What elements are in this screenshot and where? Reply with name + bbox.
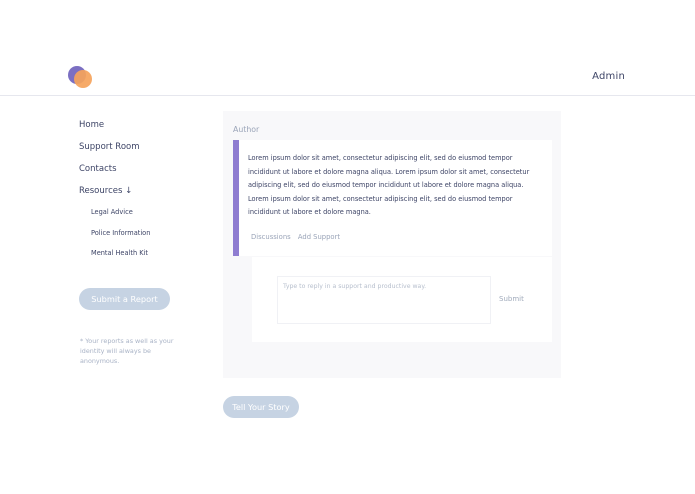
post-content: Lorem ipsum dolor sit amet, consectetur … (233, 140, 552, 256)
sidebar-item-support-room[interactable]: Support Room (79, 142, 199, 152)
reply-input[interactable] (277, 276, 491, 324)
sidebar-item-contacts[interactable]: Contacts (79, 164, 199, 174)
sidebar-subitem-police-information[interactable]: Police Information (91, 229, 199, 237)
add-support-link[interactable]: Add Support (298, 233, 340, 241)
discussions-link[interactable]: Discussions (251, 233, 291, 241)
anonymity-note: * Your reports as well as your identity … (80, 337, 174, 365)
reply-box: Submit (252, 257, 552, 342)
sidebar-subitem-legal-advice[interactable]: Legal Advice (91, 208, 199, 216)
post-author: Author (233, 125, 260, 134)
sidebar-item-resources[interactable]: Resources ↓ (79, 186, 199, 196)
sidebar-nav: Home Support Room Contacts Resources ↓ L… (79, 120, 199, 270)
post-accent-bar (233, 140, 239, 256)
tell-your-story-button[interactable]: Tell Your Story (223, 396, 299, 418)
top-header: Admin (0, 58, 695, 96)
sidebar-subitem-mental-health-kit[interactable]: Mental Health Kit (91, 249, 199, 257)
reply-submit-button[interactable]: Submit (499, 295, 524, 303)
post-body: Lorem ipsum dolor sit amet, consectetur … (248, 154, 530, 217)
resources-submenu: Legal Advice Police Information Mental H… (79, 208, 199, 257)
post-card: Author Lorem ipsum dolor sit amet, conse… (223, 111, 561, 378)
sidebar-item-home[interactable]: Home (79, 120, 199, 130)
logo-circle-orange (74, 70, 92, 88)
admin-menu[interactable]: Admin (592, 71, 625, 82)
submit-report-button[interactable]: Submit a Report (79, 288, 170, 310)
post-actions: Discussions Add Support (251, 233, 345, 241)
logo-icon[interactable] (68, 66, 94, 90)
